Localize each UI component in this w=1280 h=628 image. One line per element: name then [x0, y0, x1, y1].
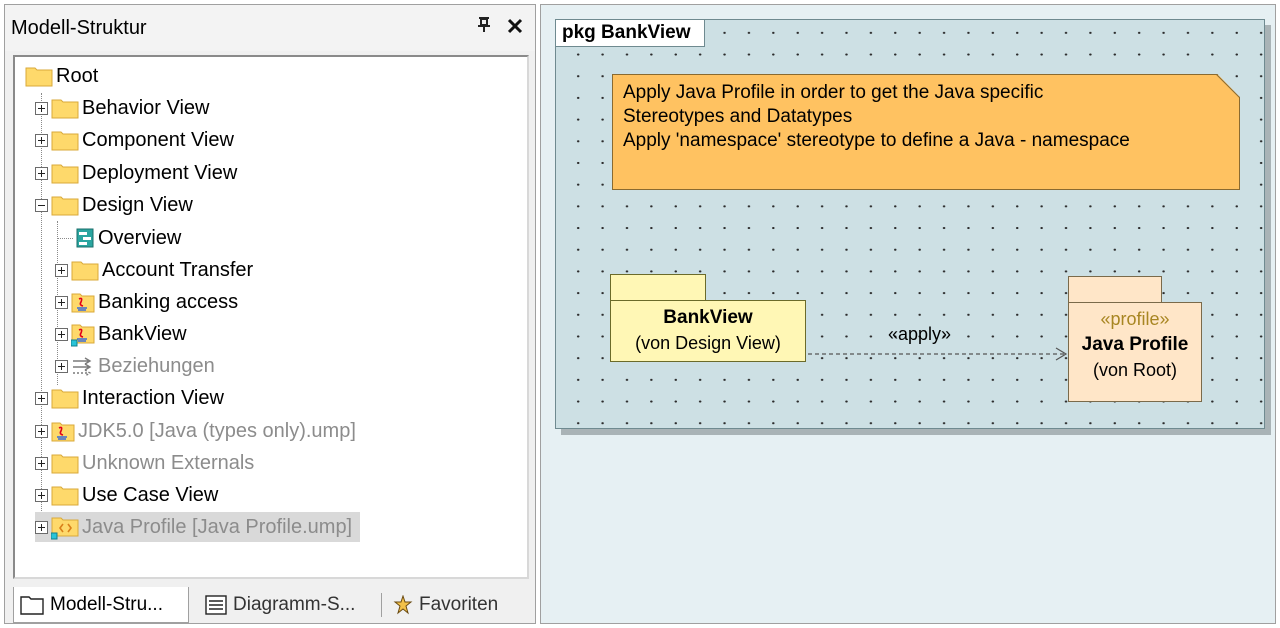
tree-item-use-case-view[interactable]: Use Case View — [35, 480, 226, 510]
tree-item-label: Beziehungen — [98, 354, 215, 377]
tab-label: Diagramm-S... — [233, 594, 356, 615]
close-icon — [507, 18, 523, 34]
dependency-stereotype: «apply» — [888, 324, 952, 344]
close-button[interactable] — [507, 13, 523, 41]
diagram-canvas[interactable]: pkg BankView Apply Java Profile in order… — [540, 4, 1276, 624]
panel-title: Modell-Struktur — [11, 17, 147, 39]
expand-icon[interactable] — [55, 263, 68, 277]
folder-icon — [51, 389, 79, 409]
expand-icon[interactable] — [35, 520, 48, 534]
java-package-icon — [51, 422, 75, 442]
diagram-icon — [76, 228, 94, 248]
tree-connector — [57, 238, 73, 239]
profile-icon — [51, 517, 79, 540]
profile-owner: (von Root) — [1092, 360, 1178, 380]
expand-icon[interactable] — [35, 456, 48, 470]
favorites-star-icon — [393, 595, 413, 615]
collapse-icon[interactable] — [35, 198, 48, 212]
tree-item-label: Behavior View — [82, 96, 210, 119]
expand-icon[interactable] — [35, 488, 48, 502]
tree-item-label: BankView — [98, 322, 187, 345]
java-package-diagram-icon — [71, 324, 95, 347]
tree-item-behavior-view[interactable]: Behavior View — [35, 93, 217, 123]
diagram-tree-icon — [205, 595, 227, 615]
folder-icon — [71, 261, 99, 281]
folder-icon — [51, 486, 79, 506]
tree-item-label: Account Transfer — [102, 258, 254, 281]
expand-icon[interactable] — [35, 133, 48, 147]
expand-icon[interactable] — [35, 166, 48, 180]
tab-favoriten[interactable]: Favoriten — [387, 587, 537, 623]
tree-item-unknown-externals[interactable]: Unknown Externals — [35, 448, 262, 478]
tree-item-interaction-view[interactable]: Interaction View — [35, 383, 232, 413]
tab-diagramm-struktur[interactable]: Diagramm-S... — [199, 587, 379, 623]
java-package-icon — [71, 293, 95, 313]
tab-label: Modell-Stru... — [50, 593, 163, 615]
panel-header: Modell-Struktur — [5, 5, 535, 51]
relations-icon — [73, 357, 92, 377]
tree-item-jdk5[interactable]: JDK5.0 [Java (types only).ump] — [35, 416, 364, 446]
tree-item-label: Interaction View — [82, 386, 224, 409]
tree-item-beziehungen[interactable]: Beziehungen — [55, 351, 223, 381]
expand-icon[interactable] — [55, 295, 68, 309]
model-tree[interactable]: Root Behavior View Component View Deploy… — [13, 55, 529, 579]
tree-item-label: JDK5.0 [Java (types only).ump] — [78, 419, 356, 442]
package-tab — [1068, 276, 1162, 304]
package-body: BankView (von Design View) — [610, 300, 806, 362]
folder-icon — [51, 164, 79, 184]
note-line: Apply Java Profile in order to get the J… — [623, 82, 1044, 103]
folder-icon — [51, 196, 79, 216]
folder-outline-icon — [20, 595, 44, 615]
comment-note[interactable]: Apply Java Profile in order to get the J… — [612, 74, 1240, 190]
package-owner: (von Design View) — [635, 333, 781, 353]
tree-item-label: Java Profile [Java Profile.ump] — [82, 515, 353, 538]
folder-icon — [25, 67, 53, 87]
tree-item-component-view[interactable]: Component View — [35, 125, 242, 155]
tab-separator — [381, 593, 382, 617]
tree-item-bankview[interactable]: BankView — [55, 319, 195, 349]
tree-item-label: Design View — [82, 193, 193, 216]
tab-modell-struktur[interactable]: Modell-Stru... — [13, 587, 189, 623]
package-body: «profile» Java Profile (von Root) — [1068, 302, 1202, 402]
tree-item-label: Overview — [98, 226, 182, 249]
note-line: Apply 'namespace' stereotype to define a… — [623, 130, 1130, 151]
package-diagram-frame[interactable]: pkg BankView Apply Java Profile in order… — [555, 19, 1265, 429]
panel-tab-bar: Modell-Stru... Diagramm-S... Favoriten — [9, 585, 537, 625]
tree-item-label: Root — [56, 64, 99, 87]
tree-item-root[interactable]: Root — [25, 61, 106, 91]
profile-name: Java Profile — [1081, 334, 1189, 355]
tree-item-label: Deployment View — [82, 161, 238, 184]
package-tab — [610, 274, 706, 302]
tree-item-label: Banking access — [98, 290, 239, 313]
tree-item-account-transfer[interactable]: Account Transfer — [55, 255, 261, 285]
folder-icon — [51, 99, 79, 119]
tree-item-java-profile[interactable]: Java Profile [Java Profile.ump] — [35, 512, 361, 542]
folder-icon — [51, 454, 79, 474]
expand-icon[interactable] — [55, 359, 68, 373]
package-name: BankView — [663, 307, 753, 328]
frame-label: pkg BankView — [556, 20, 706, 47]
tree-item-label: Component View — [82, 128, 234, 151]
note-line: Stereotypes and Datatypes — [623, 106, 853, 127]
tree-item-overview[interactable]: Overview — [75, 223, 189, 253]
tab-label: Favoriten — [419, 594, 499, 615]
expand-icon[interactable] — [35, 391, 48, 405]
tree-item-design-view[interactable]: Design View — [35, 190, 201, 220]
model-tree-panel: Modell-Struktur Root Behavior View Compo… — [4, 4, 536, 624]
tree-item-label: Unknown Externals — [82, 451, 255, 474]
tree-item-label: Use Case View — [82, 483, 219, 506]
folder-icon — [51, 131, 79, 151]
expand-icon[interactable] — [55, 327, 68, 341]
pin-icon — [478, 17, 490, 32]
note-fold-corner — [1216, 74, 1240, 98]
expand-icon[interactable] — [35, 424, 48, 438]
pin-button[interactable] — [477, 15, 491, 38]
tree-item-banking-access[interactable]: Banking access — [55, 287, 246, 317]
profile-stereotype: «profile» — [1100, 309, 1170, 329]
expand-icon[interactable] — [35, 101, 48, 115]
tree-item-deployment-view[interactable]: Deployment View — [35, 158, 245, 188]
